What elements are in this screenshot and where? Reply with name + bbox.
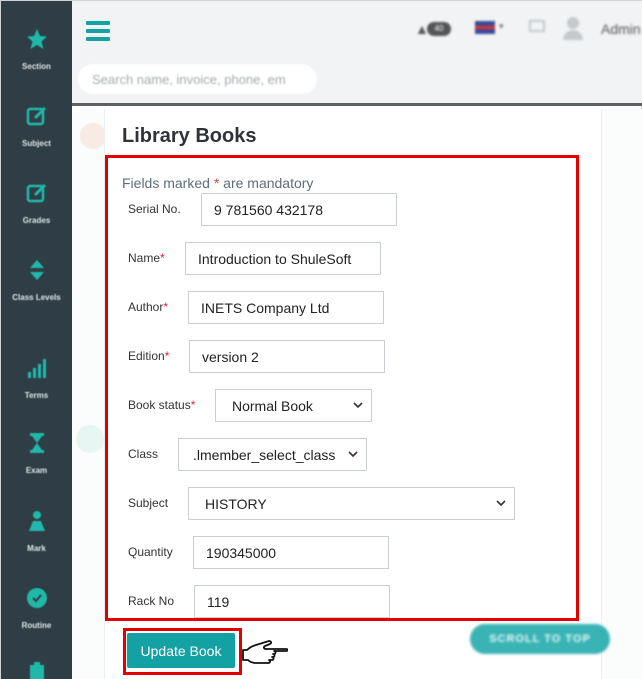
sidebar-item-class-levels[interactable]: Class Levels (1, 258, 72, 303)
background-decoration (76, 425, 104, 453)
mandatory-note: Fields marked * are mandatory (122, 175, 314, 191)
sidebar-item-label: Grades (22, 216, 51, 225)
main-content: Library Books Fields marked * are mandat… (72, 109, 642, 679)
avatar[interactable] (563, 17, 583, 41)
sidebar-item-section[interactable]: Section (1, 27, 72, 72)
name-label: Name* (128, 251, 165, 265)
hourglass-icon (29, 433, 44, 453)
class-label: Class (128, 447, 159, 461)
mail-icon[interactable] (529, 20, 545, 32)
star-icon (26, 29, 47, 49)
sidebar-item-label: Class Levels (12, 293, 61, 302)
sidebar-item-label: Terms (24, 391, 49, 400)
sidebar-item-terms[interactable]: Terms (1, 356, 72, 401)
topbar-icons: ▲ 40 ▾ Admin (343, 15, 642, 43)
flask-icon (28, 511, 45, 531)
sidebar-item-subject[interactable]: Subject (1, 104, 72, 149)
sidebar-item-label: Section (22, 62, 51, 71)
book-status-select-wrapper: Normal Book (215, 389, 372, 422)
sidebar-item-label: Exam (25, 466, 48, 475)
rack-no-field[interactable] (194, 585, 390, 618)
sidebar: Section Subject Grades Class Levels Term… (1, 1, 72, 679)
sidebar-item-routine[interactable]: Routine (1, 586, 72, 631)
author-label: Author* (128, 300, 169, 314)
rack-no-label: Rack No (128, 594, 175, 608)
user-name[interactable]: Admin (601, 21, 641, 37)
notifications-button[interactable]: ▲ 40 (415, 19, 455, 37)
quantity-field[interactable] (193, 536, 389, 569)
class-select-wrapper: .lmember_select_class (178, 438, 367, 471)
sidebar-item-label: Mark (27, 544, 46, 553)
subject-select[interactable]: HISTORY (188, 487, 515, 520)
clock-icon (26, 588, 47, 608)
clipboard-icon (29, 662, 44, 679)
update-book-button[interactable]: Update Book (127, 633, 235, 668)
notification-badge: 40 (427, 22, 451, 36)
chevron-down-icon: ▾ (499, 21, 504, 31)
edit-icon (26, 183, 46, 203)
background-decoration (80, 123, 106, 149)
topbar: ▲ 40 ▾ Admin (72, 1, 642, 106)
author-field[interactable] (188, 291, 384, 324)
menu-toggle-button[interactable] (86, 21, 110, 41)
sidebar-item-more[interactable] (1, 661, 72, 679)
sidebar-item-exam[interactable]: Exam (1, 431, 72, 476)
pointing-hand-icon (242, 640, 288, 664)
edition-label: Edition* (128, 349, 170, 363)
sidebar-item-grades[interactable]: Grades (1, 181, 72, 226)
language-flag-icon[interactable] (475, 21, 495, 34)
page-title: Library Books (122, 125, 257, 147)
sidebar-item-label: Routine (21, 621, 52, 630)
serial-no-field[interactable] (201, 193, 397, 226)
scroll-to-top-button[interactable]: SCROLL TO TOP (470, 624, 610, 654)
book-status-select[interactable]: Normal Book (215, 389, 372, 422)
serial-no-label: Serial No. (128, 202, 181, 216)
subject-select-wrapper: HISTORY (188, 487, 515, 520)
sort-icon (29, 260, 44, 280)
subject-label: Subject (128, 496, 169, 510)
sidebar-item-mark[interactable]: Mark (1, 509, 72, 554)
signal-bars-icon (27, 359, 46, 378)
book-status-label: Book status* (128, 398, 196, 412)
edition-field[interactable] (189, 340, 385, 373)
class-select[interactable]: .lmember_select_class (178, 438, 367, 471)
sidebar-item-label: Subject (22, 139, 51, 148)
name-field[interactable] (185, 242, 381, 275)
quantity-label: Quantity (128, 545, 173, 559)
edit-icon (26, 106, 46, 126)
search-input[interactable] (78, 64, 317, 94)
